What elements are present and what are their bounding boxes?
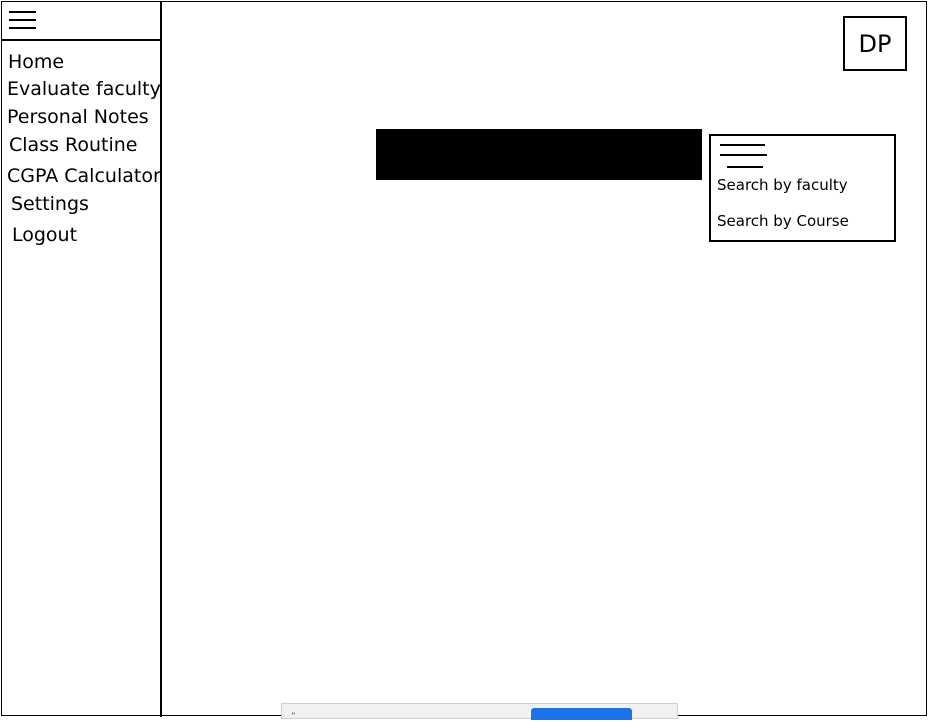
bottom-toolbar: ” — [281, 703, 678, 722]
sidebar: Home Evaluate faculty Personal Notes Cla… — [1, 1, 162, 717]
sidebar-item-class-routine[interactable]: Class Routine — [9, 134, 138, 156]
hamburger-menu-icon[interactable] — [9, 11, 36, 29]
sidebar-header — [1, 1, 160, 41]
search-input[interactable] — [376, 129, 702, 180]
profile-avatar-button[interactable]: DP — [843, 16, 907, 71]
sidebar-item-personal-notes[interactable]: Personal Notes — [7, 106, 149, 128]
sidebar-item-home[interactable]: Home — [8, 51, 64, 73]
bottom-action-button[interactable] — [531, 708, 632, 720]
search-by-faculty-option[interactable]: Search by faculty — [717, 176, 848, 194]
menu-icon[interactable] — [720, 140, 768, 168]
sidebar-item-evaluate-faculty[interactable]: Evaluate faculty — [7, 78, 161, 100]
search-options-dropdown: Search by faculty Search by Course — [709, 134, 896, 242]
sidebar-item-logout[interactable]: Logout — [12, 224, 77, 246]
sidebar-item-cgpa-calculator[interactable]: CGPA Calculator — [7, 165, 161, 187]
bottom-indicator: ” — [291, 712, 296, 722]
sidebar-item-settings[interactable]: Settings — [11, 193, 89, 215]
search-by-course-option[interactable]: Search by Course — [717, 212, 849, 230]
